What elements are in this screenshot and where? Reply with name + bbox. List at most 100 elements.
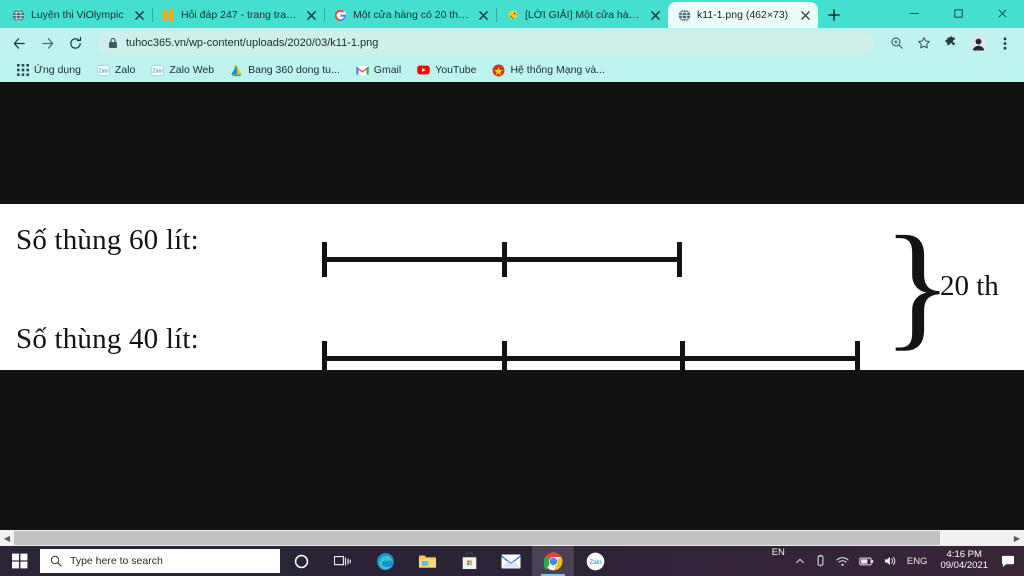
language-indicator[interactable]: ENG xyxy=(902,546,933,576)
edge-icon[interactable] xyxy=(364,546,406,576)
tick-mark xyxy=(322,341,327,370)
browser-tab[interactable]: [LỜI GIẢI] Một cửa hàng có xyxy=(496,2,669,28)
scroll-right-arrow-icon[interactable]: ▶ xyxy=(1010,530,1024,546)
battery-icon[interactable] xyxy=(854,546,879,576)
bookmark-label: Hệ thống Mạng và... xyxy=(510,64,606,76)
minimize-icon[interactable] xyxy=(892,0,936,26)
scroll-left-arrow-icon[interactable]: ◀ xyxy=(0,530,14,546)
browser-tab-active[interactable]: k11-1.png (462×73) xyxy=(668,2,818,28)
bar-diagram: Số thùng 60 lít: Số thùng 40 lít: } 20 t… xyxy=(0,204,1024,370)
globe-icon xyxy=(12,8,25,22)
bookmark-item[interactable]: YouTube xyxy=(409,60,484,80)
puzzle-piece-icon[interactable] xyxy=(938,30,964,56)
close-icon[interactable] xyxy=(132,8,146,22)
windows-taskbar: Type here to search Zalo EN ENG 4:16 PM … xyxy=(0,546,1024,576)
bookmark-item[interactable]: Bang 360 dong tu... xyxy=(222,60,348,80)
bookmark-item[interactable]: Zalo Zalo Web xyxy=(143,60,222,80)
search-input[interactable]: Type here to search xyxy=(40,549,280,573)
clock[interactable]: 4:16 PM 09/04/2021 xyxy=(932,549,996,572)
onedrive-icon[interactable] xyxy=(810,546,831,576)
chrome-icon[interactable] xyxy=(532,546,574,576)
gmail-icon xyxy=(356,64,369,77)
horizontal-scrollbar[interactable]: ◀ ▶ xyxy=(0,530,1024,546)
bookmark-label: Zalo Web xyxy=(169,64,215,76)
row-label-60l: Số thùng 60 lít: xyxy=(16,224,199,256)
close-icon[interactable] xyxy=(980,0,1024,26)
chevron-up-icon[interactable] xyxy=(790,546,810,576)
browser-tab[interactable]: Một cửa hàng có 20 thùng xyxy=(324,2,497,28)
zalo-icon[interactable]: Zalo xyxy=(574,546,616,576)
back-arrow-icon[interactable] xyxy=(6,30,32,56)
tick-mark xyxy=(680,341,685,370)
bookmark-label: Ứng dụng xyxy=(34,64,81,76)
bookmark-label: Bang 360 dong tu... xyxy=(248,64,340,76)
window-controls xyxy=(892,0,1024,28)
tab-title: Một cửa hàng có 20 thùng xyxy=(353,9,470,21)
youtube-icon xyxy=(417,64,430,77)
task-view-icon[interactable] xyxy=(322,546,364,576)
bookmark-label: YouTube xyxy=(435,64,477,76)
emblem-icon xyxy=(492,64,505,77)
bookmark-item[interactable]: Zalo Zalo xyxy=(89,60,143,80)
reload-icon[interactable] xyxy=(62,30,88,56)
svg-text:Zalo: Zalo xyxy=(98,68,108,74)
address-bar[interactable]: tuhoc365.vn/wp-content/uploads/2020/03/k… xyxy=(98,32,874,54)
bookmark-item[interactable]: Ứng dụng xyxy=(8,60,89,80)
scrollbar-thumb[interactable] xyxy=(14,531,941,545)
bookmarks-bar: Ứng dụng Zalo Zalo Zalo Zalo Web Bang 36… xyxy=(0,58,1024,82)
tick-mark xyxy=(502,242,507,277)
globe-icon xyxy=(678,8,691,22)
browser-toolbar: tuhoc365.vn/wp-content/uploads/2020/03/k… xyxy=(0,28,1024,58)
volume-icon[interactable] xyxy=(879,546,902,576)
mail-icon[interactable] xyxy=(490,546,532,576)
file-explorer-icon[interactable] xyxy=(406,546,448,576)
new-tab-button[interactable] xyxy=(821,2,847,28)
zoom-magnifier-icon[interactable] xyxy=(884,30,910,56)
bookmark-item[interactable]: Hệ thống Mạng và... xyxy=(484,60,613,80)
chrome-browser-window: Luyện thi ViOlympic Hỏi đáp 247 - trang … xyxy=(0,0,1024,546)
close-icon[interactable] xyxy=(476,8,490,22)
url-text: tuhoc365.vn/wp-content/uploads/2020/03/k… xyxy=(126,37,379,49)
browser-tab[interactable]: Luyện thi ViOlympic xyxy=(2,2,153,28)
image-viewer-viewport[interactable]: Số thùng 60 lít: Số thùng 40 lít: } 20 t… xyxy=(0,82,1024,546)
tick-mark xyxy=(677,242,682,277)
close-icon[interactable] xyxy=(648,8,662,22)
screen: Luyện thi ViOlympic Hỏi đáp 247 - trang … xyxy=(0,0,1024,576)
toolbar-icons xyxy=(884,30,1018,56)
profile-avatar-icon[interactable] xyxy=(965,30,991,56)
cortana-icon[interactable] xyxy=(280,546,322,576)
browser-tab[interactable]: Hỏi đáp 247 - trang tra loi xyxy=(152,2,325,28)
clock-date: 09/04/2021 xyxy=(940,560,988,571)
bar-line-40l xyxy=(322,356,860,361)
tab-title: Hỏi đáp 247 - trang tra loi xyxy=(181,9,298,21)
maximize-icon[interactable] xyxy=(936,0,980,26)
microsoft-store-icon[interactable] xyxy=(448,546,490,576)
zalo-icon: Zalo xyxy=(151,64,165,77)
forward-arrow-icon[interactable] xyxy=(34,30,60,56)
svg-text:Zalo: Zalo xyxy=(589,558,602,565)
row-label-40l: Số thùng 40 lít: xyxy=(16,323,199,355)
tab-title: [LỜI GIẢI] Một cửa hàng có xyxy=(525,9,642,21)
svg-text:Zalo: Zalo xyxy=(153,68,163,74)
avatar xyxy=(969,34,987,52)
tick-mark xyxy=(322,242,327,277)
wifi-icon[interactable] xyxy=(831,546,854,576)
tab-strip: Luyện thi ViOlympic Hỏi đáp 247 - trang … xyxy=(0,0,1024,28)
bookmark-item[interactable]: Gmail xyxy=(348,60,409,80)
close-icon[interactable] xyxy=(798,8,812,22)
bookmark-label: Gmail xyxy=(373,64,402,76)
close-icon[interactable] xyxy=(304,8,318,22)
scrollbar-track[interactable] xyxy=(14,530,1010,546)
tick-mark xyxy=(855,341,860,370)
total-label: 20 th xyxy=(940,270,999,302)
tick-mark xyxy=(502,341,507,370)
zalo-icon: Zalo xyxy=(96,64,110,77)
search-magnifier-icon xyxy=(50,555,62,567)
notification-icon[interactable] xyxy=(996,546,1020,576)
three-dot-menu-icon[interactable] xyxy=(992,30,1018,56)
displayed-image[interactable]: Số thùng 60 lít: Số thùng 40 lít: } 20 t… xyxy=(0,204,1024,370)
apps-grid-icon xyxy=(16,64,29,77)
windows-start-icon[interactable] xyxy=(0,546,40,576)
input-indicator-label[interactable]: EN xyxy=(767,545,790,576)
star-icon[interactable] xyxy=(911,30,937,56)
